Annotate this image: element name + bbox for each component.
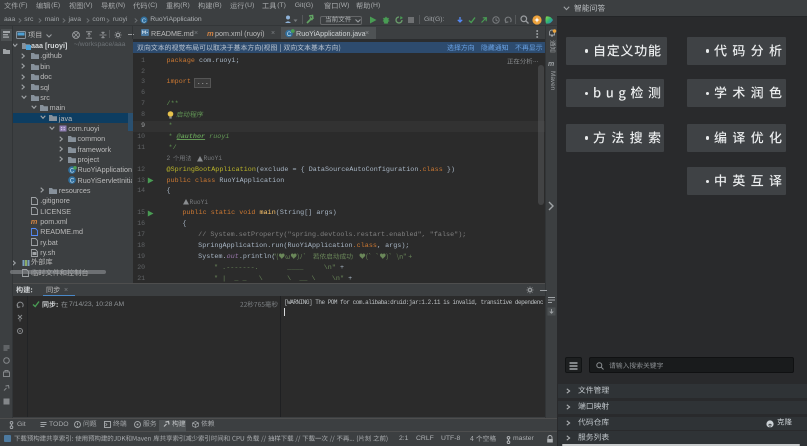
svg-text:C: C bbox=[70, 168, 75, 174]
svg-text:C: C bbox=[70, 179, 75, 185]
svg-text:C: C bbox=[287, 32, 292, 38]
svg-text:C: C bbox=[142, 18, 146, 24]
